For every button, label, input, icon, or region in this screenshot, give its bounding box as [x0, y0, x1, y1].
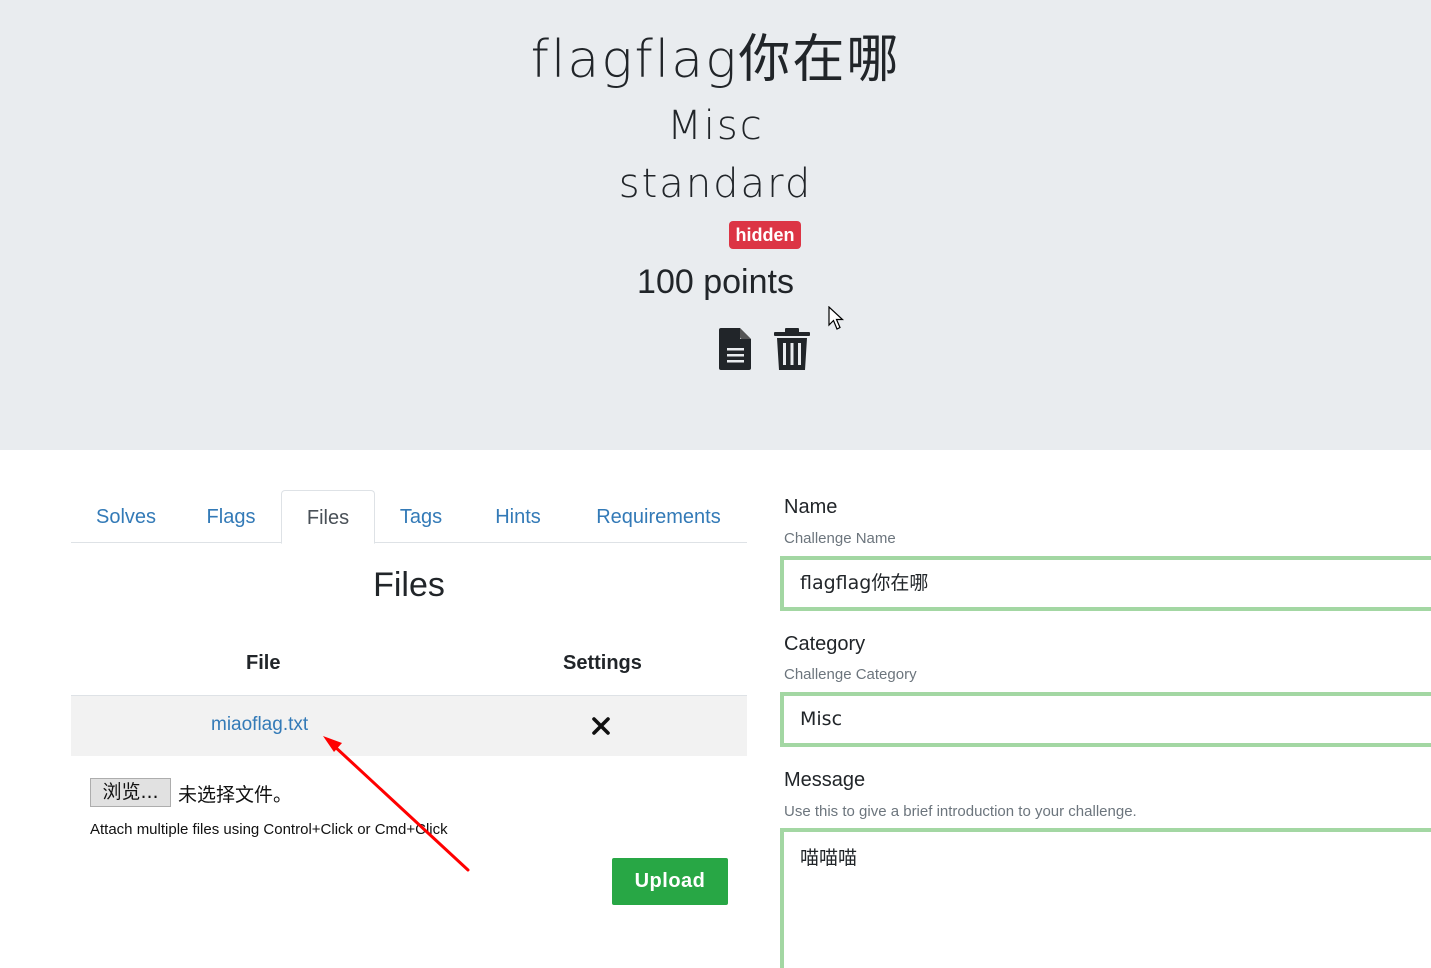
- status-badge: hidden: [729, 221, 801, 249]
- challenge-type: standard: [618, 161, 813, 207]
- message-textarea[interactable]: 喵喵喵: [780, 828, 1431, 968]
- files-heading: Files: [373, 566, 445, 604]
- challenge-points: 100 points: [637, 263, 794, 301]
- no-file-label: 未选择文件。: [178, 784, 293, 806]
- category-label: Category: [784, 633, 866, 655]
- file-link[interactable]: miaoflag.txt: [211, 714, 308, 736]
- mouse-cursor-icon: [828, 306, 845, 330]
- message-help: Use this to give a brief introduction to…: [784, 803, 1137, 820]
- column-header-settings: Settings: [563, 652, 642, 674]
- trash-icon[interactable]: [772, 326, 812, 372]
- table-row: miaoflag.txt: [71, 696, 747, 756]
- category-field[interactable]: Misc: [780, 692, 1431, 747]
- challenge-header: flagflag你在哪 Misc standard hidden 100 poi…: [0, 0, 1431, 450]
- category-help: Challenge Category: [784, 666, 917, 683]
- column-header-file: File: [246, 652, 281, 674]
- tab-requirements[interactable]: Requirements: [581, 490, 736, 543]
- tab-flags[interactable]: Flags: [186, 490, 276, 543]
- close-icon[interactable]: [590, 715, 612, 737]
- name-label: Name: [784, 496, 838, 518]
- upload-help-text: Attach multiple files using Control+Clic…: [90, 821, 448, 838]
- browse-button[interactable]: 浏览...: [90, 778, 171, 807]
- challenge-tabs: Solves Flags Files Tags Hints Requiremen…: [71, 490, 747, 544]
- tab-solves[interactable]: Solves: [81, 490, 171, 543]
- message-label: Message: [784, 769, 866, 791]
- challenge-title: flagflag你在哪: [530, 30, 901, 90]
- name-help: Challenge Name: [784, 530, 896, 547]
- tab-tags[interactable]: Tags: [376, 490, 466, 543]
- challenge-category: Misc: [667, 103, 764, 149]
- tab-hints[interactable]: Hints: [473, 490, 563, 543]
- upload-button[interactable]: Upload: [612, 858, 728, 905]
- file-icon[interactable]: [716, 326, 756, 372]
- name-field[interactable]: flagflag你在哪: [780, 556, 1431, 611]
- tab-files[interactable]: Files: [281, 490, 375, 544]
